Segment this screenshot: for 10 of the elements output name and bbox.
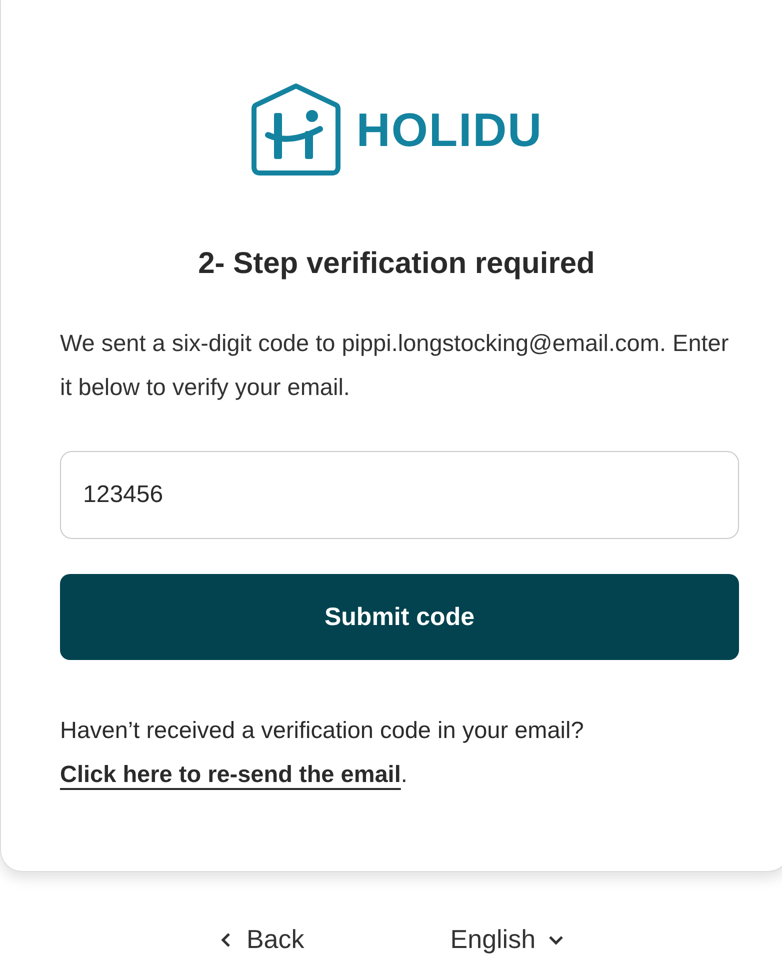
instructions-text: We sent a six-digit code to pippi.longstocking@email.com. Enter it below to verify your email. bbox=[60, 329, 730, 402]
submit-button[interactable]: Submit code bbox=[60, 574, 739, 660]
house-logo-icon bbox=[250, 81, 342, 177]
code-input-field[interactable]: 123456 bbox=[60, 451, 739, 539]
resend-text: Haven’t received a verification code in your email? Click here to re-send the email. bbox=[60, 716, 585, 789]
brand-name: HOLIDU bbox=[356, 102, 543, 156]
page-title: 2- Step verification required bbox=[197, 247, 596, 281]
resend-link[interactable]: Click here to re-send the email bbox=[60, 761, 401, 787]
language-dropdown[interactable]: English bbox=[450, 924, 564, 955]
back-button[interactable]: Back bbox=[218, 924, 304, 955]
